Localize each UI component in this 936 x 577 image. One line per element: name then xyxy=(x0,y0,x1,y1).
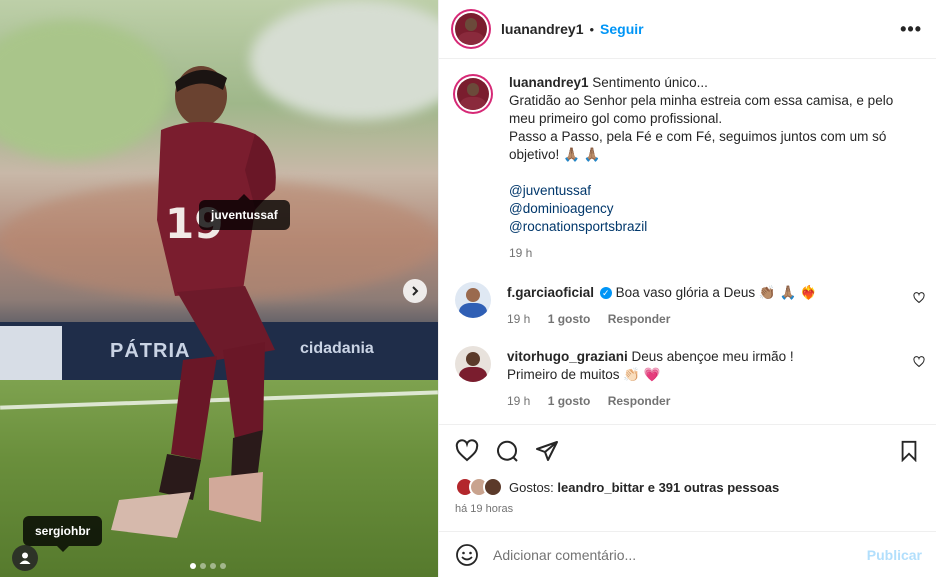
avatar[interactable] xyxy=(455,346,491,382)
avatar[interactable] xyxy=(455,282,491,318)
post-modal: PÁTRIA cidadania 19 juventussaf sergiohb… xyxy=(0,0,936,577)
comment-text: Boa vaso glória a Deus 👏🏽 🙏🏽 ❤️‍🔥 xyxy=(615,285,817,300)
emoji-icon[interactable] xyxy=(455,543,479,567)
comment: vitorhugo_graziani Deus abençoe meu irmã… xyxy=(455,346,925,410)
carousel-dot xyxy=(200,563,206,569)
likes-others[interactable]: e 391 outras pessoas xyxy=(648,480,780,495)
heart-icon[interactable] xyxy=(913,292,925,304)
comments-list[interactable]: luanandrey1 Sentimento único... Gratidão… xyxy=(439,60,936,424)
post-details-panel: luanandrey1 • Seguir ••• luanandrey1 Sen… xyxy=(438,0,936,577)
player-figure: 19 xyxy=(111,66,276,538)
heart-icon[interactable] xyxy=(913,356,925,368)
liker-avatars xyxy=(455,477,503,497)
post-actions: Gostos: leandro_bittar e 391 outras pess… xyxy=(439,424,936,515)
post-header: luanandrey1 • Seguir ••• xyxy=(439,0,936,59)
likes-summary: Gostos: leandro_bittar e 391 outras pess… xyxy=(455,477,920,497)
chevron-right-icon xyxy=(412,286,419,296)
tagged-users-button[interactable] xyxy=(12,545,38,571)
person-icon xyxy=(19,552,31,564)
avatar xyxy=(483,477,503,497)
verified-badge-icon: ✓ xyxy=(599,287,612,300)
carousel-dot xyxy=(210,563,216,569)
comment-time: 19 h xyxy=(507,394,531,408)
comment-composer: Publicar xyxy=(439,531,936,577)
comment-bubble-icon[interactable] xyxy=(495,439,519,463)
next-slide-button[interactable] xyxy=(403,279,427,303)
comment-username[interactable]: vitorhugo_graziani xyxy=(507,349,628,364)
caption-line: Gratidão ao Senhor pela minha estreia co… xyxy=(509,93,894,126)
caption-line: Sentimento único... xyxy=(592,75,708,90)
avatar[interactable] xyxy=(457,78,489,110)
comment-time: 19 h xyxy=(507,312,531,326)
post-media[interactable]: PÁTRIA cidadania 19 juventussaf sergiohb… xyxy=(0,0,438,577)
caption-username[interactable]: luanandrey1 xyxy=(509,75,589,90)
like-heart-icon[interactable] xyxy=(455,439,479,463)
save-bookmark-icon[interactable] xyxy=(898,440,920,462)
user-tag-sergiohbr[interactable]: sergiohbr xyxy=(23,516,103,552)
mention-link[interactable]: @dominioagency xyxy=(509,200,920,218)
tag-label: juventussaf xyxy=(211,208,278,222)
header-username[interactable]: luanandrey1 xyxy=(501,21,583,37)
comment-input[interactable] xyxy=(493,546,867,563)
comment-likes[interactable]: 1 gosto xyxy=(548,312,591,326)
comment-username[interactable]: f.garciaoficial xyxy=(507,285,594,300)
avatar[interactable] xyxy=(455,13,487,45)
posted-time: há 19 horas xyxy=(455,503,514,515)
separator-dot: • xyxy=(589,21,595,37)
comment-likes[interactable]: 1 gosto xyxy=(548,394,591,408)
mention-link[interactable]: @rocnationsportsbrazil xyxy=(509,218,920,236)
caption-time: 19 h xyxy=(509,246,533,260)
follow-button[interactable]: Seguir xyxy=(600,21,644,37)
tag-label: sergiohbr xyxy=(35,524,91,538)
likes-prefix: Gostos: xyxy=(509,479,554,495)
liker-username[interactable]: leandro_bittar xyxy=(557,480,644,495)
reply-button[interactable]: Responder xyxy=(608,394,671,408)
more-options-icon[interactable]: ••• xyxy=(900,19,922,40)
caption: luanandrey1 Sentimento único... Gratidão… xyxy=(455,74,920,262)
mention-link[interactable]: @juventussaf xyxy=(509,182,920,200)
publish-button[interactable]: Publicar xyxy=(867,547,922,563)
carousel-dots xyxy=(190,563,226,569)
user-tag-juventussaf[interactable]: juventussaf xyxy=(199,194,290,230)
reply-button[interactable]: Responder xyxy=(608,312,671,326)
carousel-dot xyxy=(220,563,226,569)
comment: f.garciaoficial ✓ Boa vaso glória a Deus… xyxy=(455,282,925,328)
carousel-dot xyxy=(190,563,196,569)
caption-line: Passo a Passo, pela Fé e com Fé, seguimo… xyxy=(509,129,887,162)
banner-side xyxy=(0,326,62,384)
share-send-icon[interactable] xyxy=(535,439,559,463)
